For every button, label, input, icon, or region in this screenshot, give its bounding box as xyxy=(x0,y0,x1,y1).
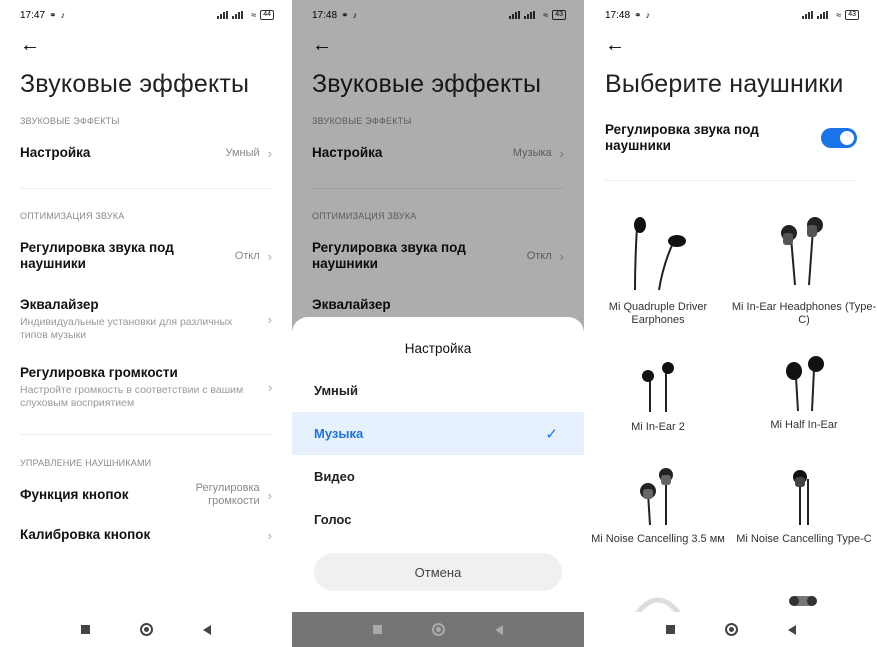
section-headphone-control: УПРАВЛЕНИЕ НАУШНИКАМИ xyxy=(20,458,152,468)
option-video[interactable]: Видео xyxy=(292,455,584,498)
divider xyxy=(20,188,272,189)
volume-adjust-label: Регулировка громкости xyxy=(20,365,178,380)
option-music[interactable]: Музыка ✓ xyxy=(292,412,584,455)
sound-effects-dialog-screen: 17:48 ⚭ ♪ ≈ 43 ← Звуковые эффекты ЗВУКОВ… xyxy=(292,0,584,647)
divider xyxy=(605,180,857,181)
headphone-name: Mi Noise Cancelling Type-C xyxy=(736,533,872,545)
chevron-right-icon: › xyxy=(267,527,272,543)
earphone-image xyxy=(634,217,686,291)
headphone-card[interactable]: Mi Noise Cancelling Type-C xyxy=(731,467,877,546)
option-label: Голос xyxy=(314,512,352,527)
signal-icon-2 xyxy=(817,11,829,19)
choose-headphones-screen: 17:48 ⚭ ♪ ≈ 43 ← Выберите наушники Регул… xyxy=(585,0,877,647)
recent-apps-button[interactable] xyxy=(373,625,382,634)
back-button[interactable] xyxy=(788,624,796,635)
headset-icon: ⚭ xyxy=(49,9,57,20)
back-button[interactable] xyxy=(495,624,503,635)
page-title: Звуковые эффекты xyxy=(20,70,250,98)
chevron-right-icon: › xyxy=(267,487,272,503)
earphone-image xyxy=(781,217,823,286)
equalizer-row[interactable]: Эквалайзер Индивидуальные установки для … xyxy=(20,297,272,342)
button-function-row[interactable]: Функция кнопок Регулировка громкости › xyxy=(20,482,272,508)
cancel-button[interactable]: Отмена xyxy=(314,553,562,591)
sheet-title: Настройка xyxy=(404,341,472,356)
headphone-card[interactable]: Mi In-Ear Headphones (Type-C) xyxy=(731,215,877,327)
navigation-bar xyxy=(292,612,584,647)
navigation-bar xyxy=(585,612,877,647)
tiktok-icon: ♪ xyxy=(645,10,651,20)
navigation-bar xyxy=(0,612,292,647)
section-sound-optimization: ОПТИМИЗАЦИЯ ЗВУКА xyxy=(20,211,125,221)
headphone-card[interactable]: Mi Half In-Ear xyxy=(731,355,877,432)
back-arrow-icon[interactable]: ← xyxy=(605,35,625,55)
earphone-image xyxy=(786,356,824,412)
status-bar: 17:47 ⚭ ♪ ≈ 44 xyxy=(20,8,274,22)
home-button[interactable] xyxy=(432,623,445,636)
status-bar: 17:48 ⚭ ♪ ≈ 43 xyxy=(605,8,859,22)
chevron-right-icon: › xyxy=(267,248,272,264)
chevron-right-icon: › xyxy=(267,145,272,161)
headphone-name: Mi In-Ear Headphones (Type-C) xyxy=(731,301,877,326)
setting-value: Умный xyxy=(225,146,260,159)
headphone-adjust-value: Откл xyxy=(234,249,260,262)
status-time: 17:47 xyxy=(20,9,46,21)
earphone-image xyxy=(640,468,673,526)
headphone-adjust-toggle[interactable] xyxy=(821,128,857,148)
option-label: Видео xyxy=(314,469,355,484)
page-title: Выберите наушники xyxy=(605,70,844,98)
headset-icon: ⚭ xyxy=(634,9,642,20)
headphone-name: Mi Half In-Ear xyxy=(770,419,838,431)
tiktok-icon: ♪ xyxy=(60,10,66,20)
headphone-name: Mi In-Ear 2 xyxy=(631,421,685,433)
headphone-card[interactable]: Mi Noise Cancelling 3.5 мм xyxy=(585,467,731,546)
earphone-image xyxy=(793,470,809,525)
signal-icon xyxy=(217,11,229,19)
setting-row[interactable]: Настройка Умный › xyxy=(20,145,272,161)
option-voice[interactable]: Голос xyxy=(292,498,584,541)
setting-bottom-sheet: Настройка Умный Музыка ✓ Видео Голос Отме… xyxy=(292,317,584,612)
status-time: 17:48 xyxy=(605,9,631,21)
home-button[interactable] xyxy=(140,623,153,636)
checkmark-icon: ✓ xyxy=(545,425,558,443)
toggle-label: Регулировка звука под наушники xyxy=(605,122,759,153)
option-label: Умный xyxy=(314,383,359,398)
home-button[interactable] xyxy=(725,623,738,636)
button-function-label: Функция кнопок xyxy=(20,487,129,502)
back-button[interactable] xyxy=(203,624,211,635)
button-calibration-row[interactable]: Калибровка кнопок › xyxy=(20,527,272,543)
button-calibration-label: Калибровка кнопок xyxy=(20,527,151,542)
headphone-adjust-label: Регулировка звука под наушники xyxy=(20,240,174,271)
chevron-right-icon: › xyxy=(267,312,272,327)
earphone-image xyxy=(642,362,674,412)
headphone-card[interactable]: Mi In-Ear 2 xyxy=(585,360,731,434)
equalizer-label: Эквалайзер xyxy=(20,297,99,312)
volume-adjust-description: Настройте громкость в соответствии с ваш… xyxy=(20,384,244,409)
back-arrow-icon[interactable]: ← xyxy=(20,35,40,55)
divider xyxy=(20,434,272,435)
volume-adjust-row[interactable]: Регулировка громкости Настройте громкост… xyxy=(20,365,272,410)
headphone-adjust-toggle-row[interactable]: Регулировка звука под наушники xyxy=(605,122,857,154)
button-function-value: Регулировка громкости xyxy=(195,482,260,507)
headphone-adjust-row[interactable]: Регулировка звука под наушники Откл › xyxy=(20,240,272,272)
battery-icon: 44 xyxy=(260,10,274,20)
wifi-icon: ≈ xyxy=(836,10,842,20)
headphone-card[interactable]: Mi Quadruple Driver Earphones xyxy=(585,215,731,327)
signal-icon xyxy=(802,11,814,19)
section-sound-effects: ЗВУКОВЫЕ ЭФФЕКТЫ xyxy=(20,116,120,126)
setting-label: Настройка xyxy=(20,145,91,160)
battery-icon: 43 xyxy=(845,10,859,20)
sound-effects-screen: 17:47 ⚭ ♪ ≈ 44 ← Звуковые эффекты ЗВУКОВ… xyxy=(0,0,292,647)
option-smart[interactable]: Умный xyxy=(292,369,584,412)
signal-icon-2 xyxy=(232,11,244,19)
chevron-right-icon: › xyxy=(268,380,273,395)
recent-apps-button[interactable] xyxy=(81,625,90,634)
wifi-icon: ≈ xyxy=(251,10,257,20)
headphone-name: Mi Quadruple Driver Earphones xyxy=(608,301,708,326)
equalizer-description: Индивидуальные установки для различных т… xyxy=(20,316,233,341)
headphone-name: Mi Noise Cancelling 3.5 мм xyxy=(591,533,725,545)
recent-apps-button[interactable] xyxy=(666,625,675,634)
option-label: Музыка xyxy=(314,426,364,441)
